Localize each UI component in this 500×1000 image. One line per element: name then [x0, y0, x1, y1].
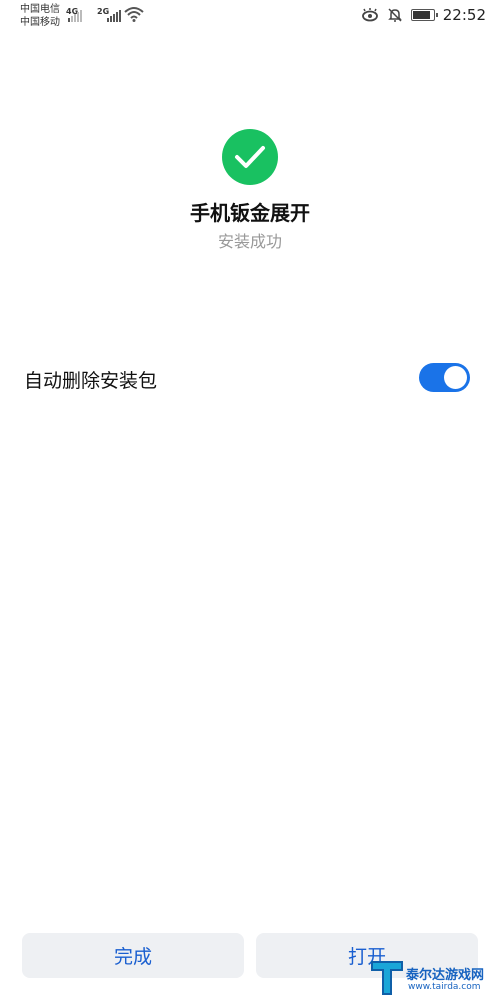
eye-comfort-icon	[361, 8, 378, 22]
carrier-labels: 中国电信 中国移动	[20, 3, 60, 29]
carrier-2-label: 中国移动	[20, 17, 60, 28]
watermark-url: www.tairda.com	[408, 982, 481, 992]
clock-time: 22:52	[442, 6, 486, 24]
carrier-1-label: 中国电信	[20, 4, 60, 15]
watermark-logo-icon	[371, 961, 403, 995]
done-button[interactable]: 完成	[22, 933, 244, 978]
auto-delete-toggle[interactable]	[419, 363, 470, 392]
signal-1-icon	[68, 8, 82, 22]
toggle-knob	[444, 366, 467, 389]
auto-delete-label: 自动删除安装包	[24, 370, 158, 392]
status-right: 22:52	[361, 6, 486, 24]
signal-2-icon	[107, 8, 121, 22]
mute-bell-icon	[387, 8, 402, 22]
status-bar: 中国电信 中国移动 4G 2G 22:52	[0, 0, 500, 36]
install-status: 安装成功	[217, 232, 282, 251]
success-check-icon	[222, 129, 278, 185]
watermark-title: 泰尔达游戏网	[406, 968, 485, 983]
battery-icon	[410, 9, 438, 21]
auto-delete-row[interactable]: 自动删除安装包	[0, 355, 500, 401]
app-name: 手机钣金展开	[190, 201, 310, 225]
wifi-icon	[124, 7, 144, 22]
watermark: 泰尔达游戏网 www.tairda.com	[370, 958, 498, 1000]
